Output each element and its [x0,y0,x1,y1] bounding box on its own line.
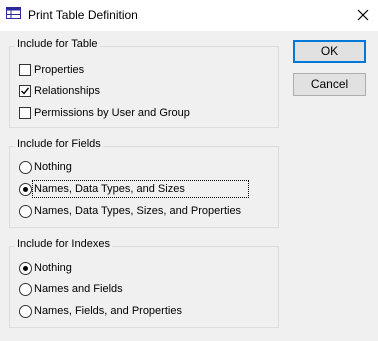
indexes-names-fields-radio[interactable]: Names and Fields [19,281,219,297]
properties-checkbox[interactable]: Properties [19,62,219,78]
fields-names-types-sizes-properties-label: Names, Data Types, Sizes, and Properties [34,205,242,217]
close-icon [357,9,369,21]
indexes-names-fields-label: Names and Fields [34,283,123,295]
radio-circle [19,283,32,296]
indexes-group-title: Include for Indexes [15,238,112,250]
radio-circle [19,205,32,218]
radio-circle [19,183,32,196]
properties-label: Properties [34,64,85,76]
checkbox-box [19,85,31,97]
fields-nothing-radio[interactable]: Nothing [19,159,219,175]
indexes-names-fields-properties-label: Names, Fields, and Properties [34,305,182,317]
radio-circle [19,161,32,174]
fields-group-title: Include for Fields [15,138,103,150]
relationships-label: Relationships [34,85,101,97]
checkbox-box [19,107,31,119]
window-title: Print Table Definition [28,8,138,22]
checkbox-box [19,64,31,76]
fields-nothing-label: Nothing [34,161,72,173]
close-button[interactable] [348,0,378,30]
relationships-checkbox[interactable]: Relationships [19,83,219,99]
fields-names-types-sizes-properties-radio[interactable]: Names, Data Types, Sizes, and Properties [19,203,269,219]
table-group-title: Include for Table [15,38,100,50]
radio-circle [19,262,32,275]
fields-names-types-sizes-radio[interactable]: Names, Data Types, and Sizes [19,180,249,198]
indexes-names-fields-properties-radio[interactable]: Names, Fields, and Properties [19,303,239,319]
checkmark-icon [21,87,30,95]
fields-names-types-sizes-label: Names, Data Types, and Sizes [34,183,185,195]
ok-button[interactable]: OK [293,40,366,63]
indexes-nothing-radio[interactable]: Nothing [19,260,219,276]
permissions-label: Permissions by User and Group [34,107,190,119]
permissions-checkbox[interactable]: Permissions by User and Group [19,105,219,121]
radio-dot [23,187,28,192]
radio-circle [19,305,32,318]
cancel-button[interactable]: Cancel [293,73,366,96]
title-bar: Print Table Definition [0,0,378,31]
table-icon [6,7,21,19]
indexes-nothing-label: Nothing [34,262,72,274]
radio-dot [23,266,28,271]
